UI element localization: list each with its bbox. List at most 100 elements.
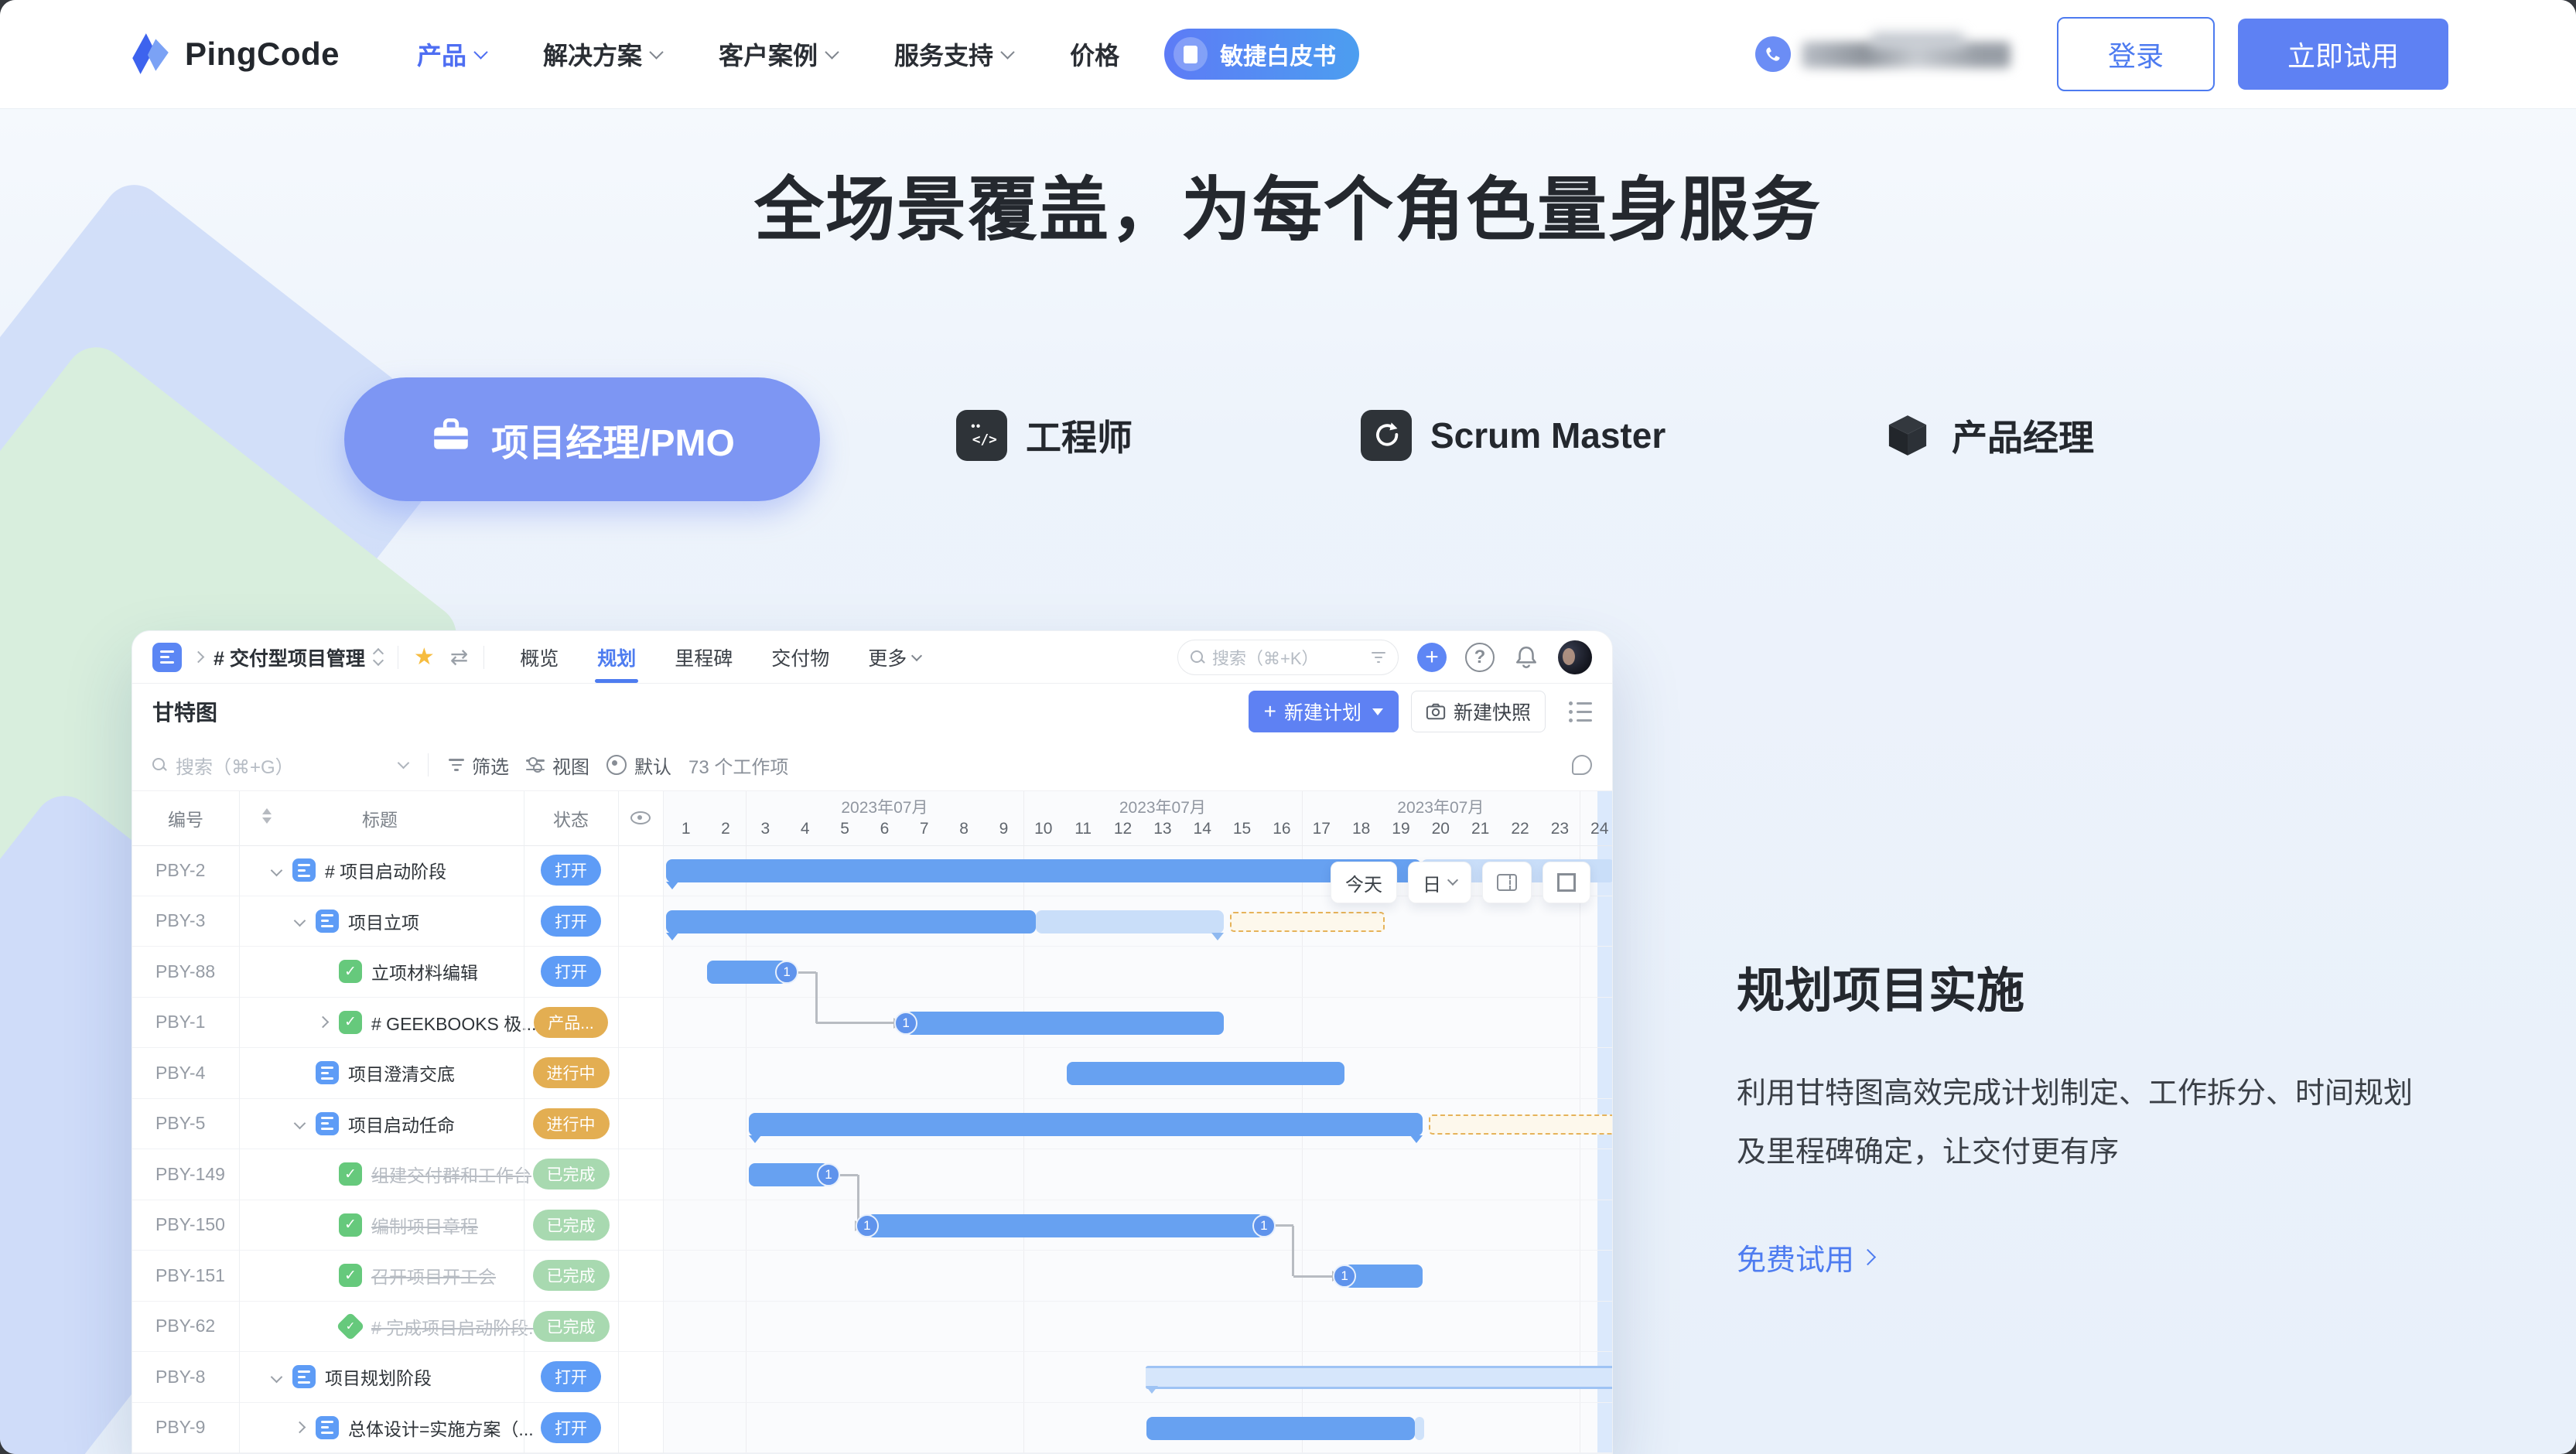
status-badge[interactable]: 打开: [541, 906, 601, 937]
nav-item-客户案例[interactable]: 客户案例: [719, 36, 837, 72]
whitepaper-badge[interactable]: 敏捷白皮书: [1164, 29, 1359, 80]
status-badge[interactable]: 已完成: [533, 1159, 610, 1189]
project-switcher-icon[interactable]: [374, 650, 382, 664]
gantt-bar[interactable]: [1230, 912, 1385, 932]
gantt-bar[interactable]: [666, 910, 1036, 933]
login-button[interactable]: 登录: [2057, 17, 2215, 91]
column-header-title[interactable]: 标题: [318, 791, 442, 845]
gantt-bar[interactable]: [666, 859, 1421, 882]
dependency-badge[interactable]: 1: [1252, 1214, 1276, 1237]
gantt-day-label: 19: [1392, 820, 1409, 838]
nav-item-服务支持[interactable]: 服务支持: [894, 36, 1013, 72]
dependency-badge[interactable]: 1: [856, 1214, 879, 1237]
column-header-id[interactable]: 编号: [132, 791, 239, 845]
global-search-input[interactable]: 搜索（⌘+K）: [1177, 640, 1399, 675]
tab-交付物[interactable]: 交付物: [771, 631, 829, 683]
gantt-bar[interactable]: [749, 1113, 1423, 1136]
top-navigation: PingCode 产品 解决方案 客户案例 服务支持 价格 敏捷白皮书 登录 立即试用: [0, 0, 2576, 108]
expand-chevron-icon[interactable]: [266, 866, 286, 875]
role-tab-产品经理[interactable]: 产品经理: [1882, 410, 2094, 461]
role-tab-工程师[interactable]: </>工程师: [956, 410, 1133, 461]
add-button[interactable]: +: [1417, 643, 1447, 672]
dependency-badge[interactable]: 1: [817, 1163, 840, 1186]
fullscreen-button[interactable]: [1543, 862, 1590, 903]
filter-button[interactable]: 筛选: [449, 752, 509, 779]
role-tab-项目经理/PMO[interactable]: 项目经理/PMO: [344, 377, 820, 501]
default-view-button[interactable]: 默认: [606, 752, 671, 779]
task-id: PBY-8: [155, 1352, 205, 1402]
pingcode-logo-icon: [128, 32, 173, 77]
favorite-star-icon[interactable]: ★: [414, 646, 435, 669]
nav-item-产品[interactable]: 产品: [417, 36, 486, 72]
status-badge[interactable]: 打开: [541, 855, 601, 886]
swap-icon[interactable]: ⇄: [450, 644, 468, 670]
gantt-bar[interactable]: [867, 1214, 1264, 1237]
project-name[interactable]: # 交付型项目管理: [214, 643, 365, 671]
gantt-bar[interactable]: [1344, 1265, 1423, 1288]
gantt-bar[interactable]: [1415, 1417, 1424, 1440]
eye-icon[interactable]: [630, 811, 651, 824]
status-badge[interactable]: 打开: [541, 956, 601, 987]
nav-item-价格[interactable]: 价格: [1070, 36, 1119, 72]
toolbar-right: + 新建计划 新建快照: [1249, 691, 1592, 732]
role-label: 项目经理/PMO: [491, 412, 735, 466]
role-tab-Scrum Master[interactable]: Scrum Master: [1361, 410, 1666, 461]
gantt-bar[interactable]: [1429, 1114, 1612, 1135]
expand-chevron-icon[interactable]: [289, 1423, 309, 1432]
expand-chevron-icon[interactable]: [313, 1018, 333, 1026]
split-view-button[interactable]: [1482, 862, 1532, 903]
column-divider: [239, 791, 240, 1453]
expand-chevron-icon[interactable]: [289, 916, 309, 925]
task-title-cell: 项目规划阶段: [239, 1352, 551, 1402]
gantt-bar[interactable]: [1067, 1062, 1344, 1085]
help-button[interactable]: ?: [1465, 643, 1495, 672]
status-badge[interactable]: 已完成: [533, 1311, 610, 1342]
tab-更多[interactable]: 更多: [868, 631, 921, 683]
sort-icon[interactable]: [262, 808, 272, 824]
gantt-bar[interactable]: [1036, 910, 1225, 933]
location-icon[interactable]: [1572, 755, 1592, 775]
status-badge[interactable]: 产品...: [534, 1007, 608, 1038]
view-list-icon[interactable]: [1569, 701, 1592, 722]
dependency-badge[interactable]: 1: [1333, 1265, 1356, 1288]
status-badge[interactable]: 已完成: [533, 1260, 610, 1291]
tab-里程碑[interactable]: 里程碑: [675, 631, 733, 683]
item-search-placeholder: 搜索（⌘+G）: [176, 752, 294, 779]
status-cell: 已完成: [524, 1149, 618, 1200]
tab-规划[interactable]: 规划: [597, 631, 636, 683]
expand-chevron-icon[interactable]: [289, 1119, 309, 1128]
status-badge[interactable]: 进行中: [533, 1057, 610, 1088]
bell-icon[interactable]: [1513, 644, 1539, 671]
free-trial-link[interactable]: 免费试用: [1737, 1236, 1874, 1278]
gantt-bar[interactable]: [1146, 1417, 1415, 1440]
item-search-input[interactable]: 搜索（⌘+G）: [152, 752, 408, 779]
tab-概览[interactable]: 概览: [520, 631, 559, 683]
role-label: Scrum Master: [1430, 415, 1666, 456]
scale-select[interactable]: 日: [1408, 862, 1471, 903]
new-snapshot-button[interactable]: 新建快照: [1411, 691, 1546, 732]
status-badge[interactable]: 打开: [541, 1412, 601, 1443]
tab-label: 规划: [597, 643, 636, 671]
status-badge[interactable]: 进行中: [533, 1108, 610, 1139]
nav-item-解决方案[interactable]: 解决方案: [543, 36, 661, 72]
gantt-day-label: 10: [1034, 820, 1052, 838]
dependency-badge[interactable]: 1: [775, 961, 798, 984]
expand-chevron-icon[interactable]: [266, 1373, 286, 1381]
dependency-badge[interactable]: 1: [894, 1012, 917, 1035]
today-button[interactable]: 今天: [1331, 862, 1397, 903]
tab-label: 概览: [520, 643, 559, 671]
new-plan-button[interactable]: + 新建计划: [1249, 691, 1399, 732]
column-header-status[interactable]: 状态: [524, 791, 618, 845]
project-folder-icon[interactable]: [152, 643, 182, 672]
search-icon: [152, 758, 166, 772]
try-now-button[interactable]: 立即试用: [2238, 19, 2448, 90]
divider: [428, 753, 429, 776]
view-title: 甘特图: [152, 696, 217, 727]
gantt-bar[interactable]: [1146, 1366, 1612, 1389]
gantt-bar[interactable]: [906, 1012, 1224, 1035]
status-badge[interactable]: 打开: [541, 1361, 601, 1392]
brand-logo[interactable]: PingCode: [128, 32, 340, 77]
user-avatar[interactable]: [1558, 640, 1592, 674]
status-badge[interactable]: 已完成: [533, 1210, 610, 1241]
view-settings-button[interactable]: 视图: [526, 752, 589, 779]
